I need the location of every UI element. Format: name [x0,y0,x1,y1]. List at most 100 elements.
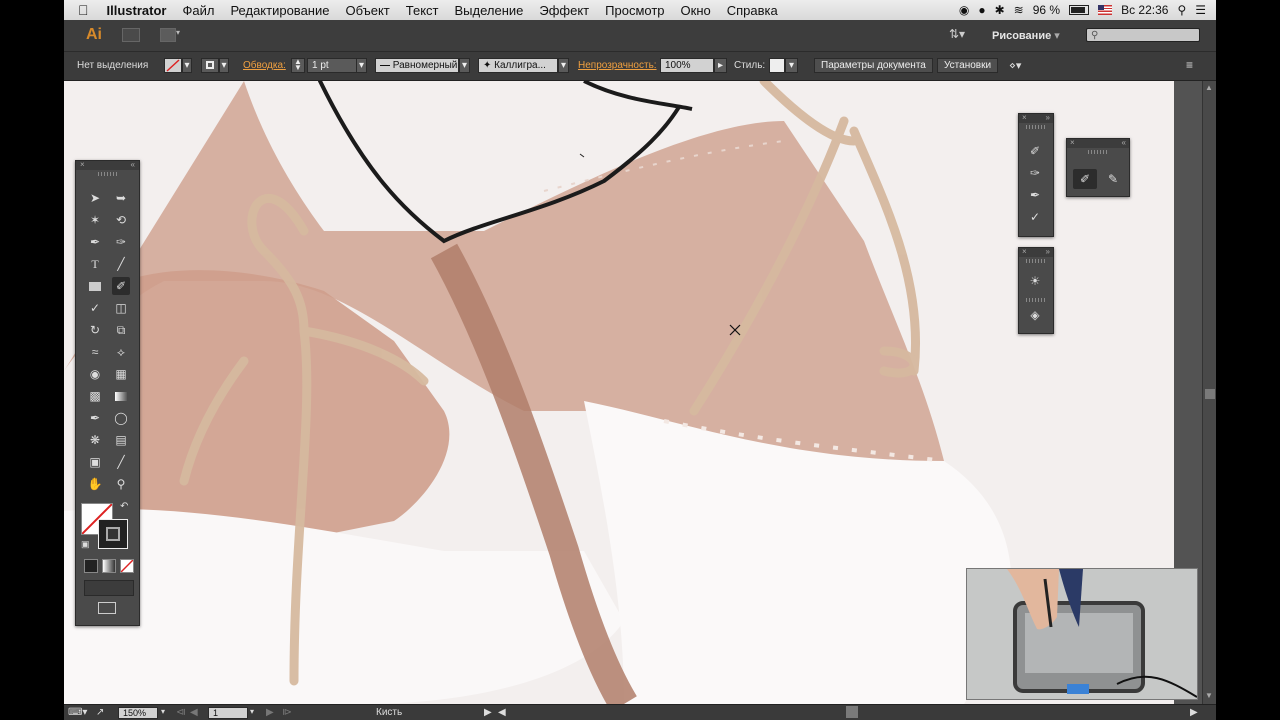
menu-object[interactable]: Объект [337,3,397,18]
scroll-up-icon[interactable]: ▲ [1205,83,1213,92]
blend-tool-icon[interactable]: ◯ [112,409,130,427]
vertical-scrollbar[interactable]: ▲ ▼ [1202,81,1216,704]
opacity-field[interactable]: 100% [660,58,714,73]
zoom-tool-icon[interactable]: ⚲ [112,475,130,493]
collapse-icon[interactable]: « [131,160,135,169]
column-graph-tool-icon[interactable]: ▤ [112,431,130,449]
sync-settings-icon[interactable]: ⇅▾ [949,27,965,41]
panel-grip[interactable] [97,172,118,176]
chevron-down-icon[interactable]: ▾ [459,58,470,73]
lasso-tool-icon[interactable]: ⟲ [112,211,130,229]
shape-builder-tool-icon[interactable]: ◉ [86,365,104,383]
symbol-sprayer-tool-icon[interactable]: ❋ [86,431,104,449]
paintbrush-icon[interactable]: ✐ [1073,169,1097,189]
layers-icon[interactable]: ◈ [1026,306,1044,324]
scroll-down-icon[interactable]: ▼ [1205,691,1213,700]
share-icon[interactable]: ↗ [96,707,104,718]
chevron-down-icon[interactable]: ▾ [176,28,180,37]
chevron-down-icon[interactable]: ▾ [182,58,192,73]
perspective-grid-tool-icon[interactable]: ▦ [112,365,130,383]
horizontal-scroll-thumb[interactable] [846,706,858,718]
brush-icon[interactable]: ✓ [1026,208,1044,226]
swap-colors-icon[interactable]: ↶ [120,501,128,512]
bluetooth-icon[interactable]: ✱ [995,3,1005,17]
stroke-color-swatch[interactable] [98,519,128,549]
gradient-mode-icon[interactable] [102,559,116,573]
scale-tool-icon[interactable]: ⧉ [112,321,130,339]
opacity-label[interactable]: Непрозрачность: [578,60,657,71]
scroll-left-icon[interactable]: ◀ [498,707,506,718]
mesh-tool-icon[interactable]: ▩ [86,387,104,405]
eyedropper-tool-icon[interactable]: ✒ [86,409,104,427]
hand-tool-icon[interactable]: ✋ [86,475,104,493]
eraser-tool-icon[interactable]: ◫ [112,299,130,317]
stroke-label[interactable]: Обводка: [243,60,286,71]
close-icon[interactable]: × [1070,138,1075,147]
expand-icon[interactable]: » [1046,113,1050,122]
menu-help[interactable]: Справка [719,3,786,18]
last-artboard-icon[interactable]: ⧐ [282,707,292,718]
direct-selection-tool-icon[interactable]: ➥ [112,189,130,207]
chevron-down-icon[interactable]: ▾ [558,58,569,73]
panel-grip[interactable] [1088,150,1108,154]
expand-icon[interactable]: » [1046,247,1050,256]
clock[interactable]: Вс 22:36 [1121,3,1168,17]
preferences-button[interactable]: Установки [937,58,999,73]
next-artboard-icon[interactable]: ▶ [266,707,274,718]
panel-grip[interactable] [1026,259,1046,263]
chevron-down-icon[interactable]: ▾ [250,707,254,716]
creative-cloud-icon[interactable]: ● [978,3,985,17]
rotate-tool-icon[interactable]: ↻ [86,321,104,339]
artboard-tool-icon[interactable]: ▣ [86,453,104,471]
selection-tool-icon[interactable]: ➤ [86,189,104,207]
menu-view[interactable]: Просмотр [597,3,672,18]
close-icon[interactable]: × [1022,247,1027,256]
pen-tool-icon[interactable]: ✒ [86,233,104,251]
document-setup-button[interactable]: Параметры документа [814,58,933,73]
appearance-icon[interactable]: ☀ [1026,272,1044,290]
document-info-icon[interactable]: ⌨▾ [68,707,87,718]
help-search-input[interactable]: ⚲ [1086,28,1200,42]
wifi-icon[interactable]: ≋ [1014,3,1024,17]
battery-percent[interactable]: 96 % [1033,3,1060,17]
scroll-thumb[interactable] [1205,389,1215,399]
menu-select[interactable]: Выделение [446,3,531,18]
brush-library-icon[interactable]: ✎ [1101,169,1125,189]
gradient-tool-icon[interactable] [112,387,130,405]
battery-icon[interactable] [1069,5,1090,15]
panel-menu-icon[interactable]: ≡ [1186,58,1193,72]
default-colors-icon[interactable]: ▣ [81,539,90,550]
menu-edit[interactable]: Редактирование [222,3,337,18]
chevron-down-icon[interactable]: ▾ [219,58,229,73]
fill-swatch[interactable] [164,58,182,73]
panel-grip[interactable] [1026,125,1046,129]
bridge-icon[interactable] [122,28,140,42]
rectangle-tool-icon[interactable] [86,277,104,295]
free-transform-tool-icon[interactable]: ⟡ [112,343,130,361]
apple-icon[interactable]:  [64,2,99,18]
zoom-level-field[interactable]: 150% [118,707,158,719]
spotlight-icon[interactable]: ⚲ [1177,3,1186,17]
menu-type[interactable]: Текст [398,3,447,18]
variable-width-profile[interactable]: — Равномерный [375,58,459,73]
notification-center-icon[interactable]: ☰ [1195,3,1206,17]
chevron-right-icon[interactable]: ▸ [714,58,727,73]
stroke-swatch[interactable] [201,58,219,73]
workspace-switcher[interactable]: Рисование ▾ [992,29,1060,42]
screen-mode-icon[interactable] [98,602,116,614]
curvature-tool-icon[interactable]: ✑ [112,233,130,251]
width-tool-icon[interactable]: ≈ [86,343,104,361]
artboard-number-field[interactable]: 1 [208,707,248,719]
input-flag-icon[interactable] [1098,5,1113,15]
scroll-right-icon[interactable]: ▶ [1190,707,1198,718]
magic-wand-tool-icon[interactable]: ✶ [86,211,104,229]
chevron-down-icon[interactable]: ▾ [161,707,165,716]
graphic-style-swatch[interactable] [769,58,785,73]
brush-icon[interactable]: ✑ [1026,164,1044,182]
record-icon[interactable]: ◉ [959,3,969,17]
close-icon[interactable]: × [1022,113,1027,122]
paintbrush-tool-icon[interactable]: ✐ [112,277,130,295]
blob-brush-tool-icon[interactable]: ✓ [86,299,104,317]
close-icon[interactable]: × [80,160,85,169]
slice-tool-icon[interactable]: ╱ [112,453,130,471]
